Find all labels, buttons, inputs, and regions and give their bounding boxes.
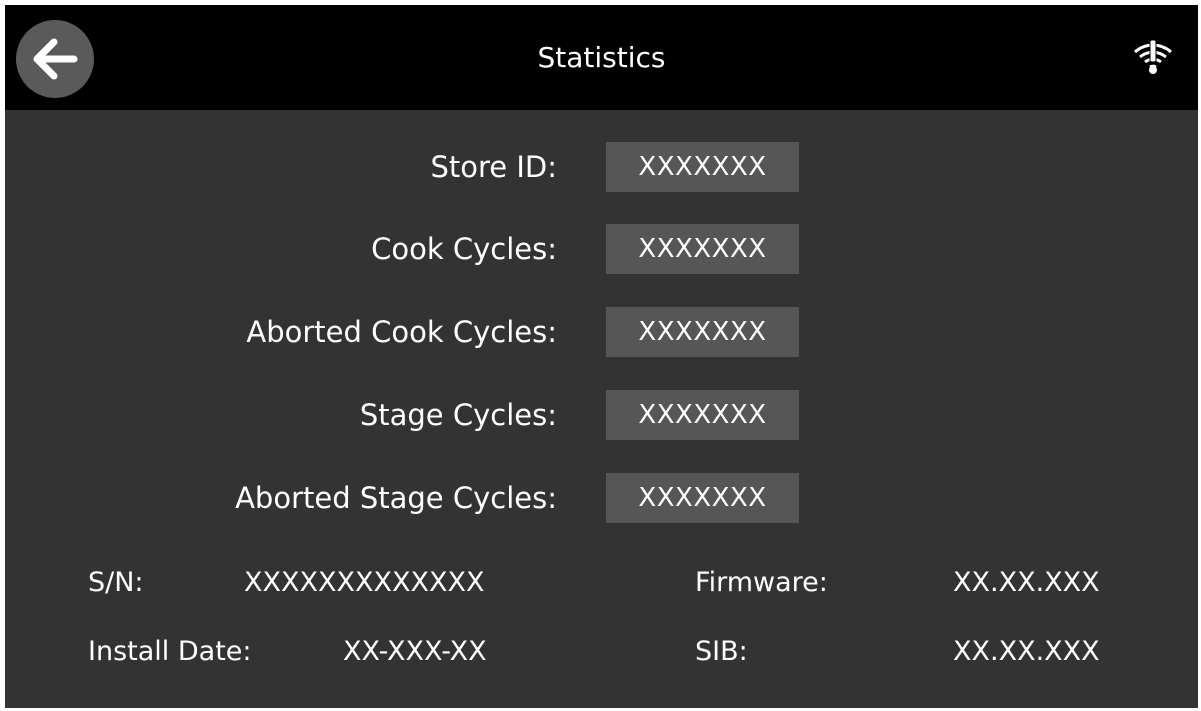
stat-label: Stage Cycles:	[359, 398, 557, 432]
install-date-label: Install Date:	[88, 636, 252, 667]
stat-row-aborted-stage-cycles: Aborted Stage Cycles: XXXXXXX	[5, 473, 1198, 523]
wifi-warning-icon	[1134, 39, 1172, 74]
statistics-screen: Statistics Store ID: XXXXXXX Cook Cycles…	[5, 5, 1198, 708]
stat-label: Aborted Stage Cycles:	[235, 481, 557, 515]
stat-value-field: XXXXXXX	[606, 224, 799, 274]
sib-value: XX.XX.XXX	[953, 636, 1100, 667]
stat-row-store-id: Store ID: XXXXXXX	[5, 142, 1198, 192]
stat-value-field: XXXXXXX	[606, 142, 799, 192]
stat-row-stage-cycles: Stage Cycles: XXXXXXX	[5, 390, 1198, 440]
sib-label: SIB:	[695, 636, 748, 667]
firmware-value: XX.XX.XXX	[953, 567, 1100, 598]
serial-number-label: S/N:	[88, 567, 144, 598]
stat-label: Aborted Cook Cycles:	[246, 315, 557, 349]
install-date-value: XX-XXX-XX	[343, 636, 487, 667]
stat-label: Store ID:	[430, 150, 557, 184]
stat-row-cook-cycles: Cook Cycles: XXXXXXX	[5, 224, 1198, 274]
firmware-label: Firmware:	[695, 567, 828, 598]
stat-label: Cook Cycles:	[371, 232, 557, 266]
serial-number-value: XXXXXXXXXXXXX	[244, 567, 485, 598]
stat-value-field: XXXXXXX	[606, 307, 799, 357]
header-bar: Statistics	[5, 5, 1198, 110]
stat-row-aborted-cook-cycles: Aborted Cook Cycles: XXXXXXX	[5, 307, 1198, 357]
page-title: Statistics	[537, 41, 666, 74]
stat-value-field: XXXXXXX	[606, 390, 799, 440]
stat-value-field: XXXXXXX	[606, 473, 799, 523]
